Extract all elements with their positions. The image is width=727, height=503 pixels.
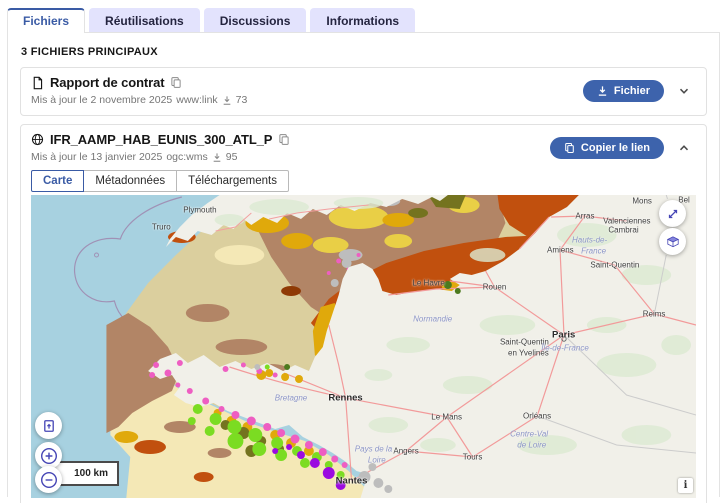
fullscreen-button[interactable] <box>659 200 686 227</box>
download-count-icon <box>222 95 232 106</box>
file-card-rapport: Rapport de contrat Mis à jour le 2 novem… <box>20 67 707 116</box>
file-info: Rapport de contrat Mis à jour le 2 novem… <box>31 75 247 106</box>
layers-cube-icon <box>665 234 681 250</box>
file-title: Rapport de contrat <box>50 75 165 90</box>
file-info: IFR_AAMP_HAB_EUNIS_300_ATL_P Mis à jour … <box>31 132 290 163</box>
download-icon <box>597 85 608 97</box>
tab-reutilisations[interactable]: Réutilisations <box>89 8 200 32</box>
file-format: www:link <box>176 94 218 106</box>
content-panel: 3 FICHIERS PRINCIPAUX Rapport de contrat <box>7 32 720 503</box>
zoom-out-button[interactable] <box>35 466 62 493</box>
file-title: IFR_AAMP_HAB_EUNIS_300_ATL_P <box>50 132 273 147</box>
plus-icon <box>40 447 58 465</box>
subtab-carte[interactable]: Carte <box>31 170 85 192</box>
copy-title-icon[interactable] <box>170 76 182 89</box>
file-format: ogc:wms <box>166 151 208 163</box>
map-canvas <box>31 195 696 498</box>
tab-discussions[interactable]: Discussions <box>203 8 307 32</box>
file-icon <box>31 76 44 90</box>
file-card-eunis: IFR_AAMP_HAB_EUNIS_300_ATL_P Mis à jour … <box>20 124 707 503</box>
file-actions: Copier le lien <box>549 136 696 159</box>
file-updated: Mis à jour le 2 novembre 2025 <box>31 94 173 106</box>
download-count-icon <box>212 152 222 163</box>
tab-bar: Fichiers Réutilisations Discussions Info… <box>7 8 720 33</box>
copy-link-label: Copier le lien <box>580 141 650 154</box>
subtab-metadonnees[interactable]: Métadonnées <box>83 170 178 192</box>
globe-icon <box>31 133 44 146</box>
export-map-button[interactable] <box>35 412 62 439</box>
zoom-in-button[interactable] <box>35 442 62 469</box>
download-count: 95 <box>225 151 238 163</box>
expand-chevron-down-icon[interactable] <box>676 83 692 99</box>
file-actions: Fichier <box>582 79 696 102</box>
minus-icon <box>40 471 58 489</box>
tab-fichiers[interactable]: Fichiers <box>7 8 86 33</box>
download-file-button[interactable]: Fichier <box>582 79 664 102</box>
export-page-icon <box>42 419 56 433</box>
download-file-label: Fichier <box>613 84 650 97</box>
page: Fichiers Réutilisations Discussions Info… <box>0 0 727 503</box>
copy-title-icon[interactable] <box>278 133 290 146</box>
copy-link-button[interactable]: Copier le lien <box>549 136 664 159</box>
copy-icon <box>564 142 575 154</box>
expand-icon <box>666 207 680 221</box>
download-count: 73 <box>235 94 248 106</box>
tab-informations[interactable]: Informations <box>310 8 416 32</box>
resource-subtabs: Carte Métadonnées Téléchargements <box>31 170 696 192</box>
subtab-telechargements[interactable]: Téléchargements <box>176 170 289 192</box>
layers-button[interactable] <box>659 228 686 255</box>
file-updated: Mis à jour le 13 janvier 2025 <box>31 151 163 163</box>
map-viewport[interactable]: Plymouth Truro Le Havre Rouen Amiens Arras Val… <box>31 195 696 498</box>
attribution-info-button[interactable]: i <box>678 478 693 493</box>
section-title: 3 FICHIERS PRINCIPAUX <box>21 46 158 58</box>
scale-label: 100 km <box>74 468 108 479</box>
collapse-chevron-up-icon[interactable] <box>676 140 692 156</box>
